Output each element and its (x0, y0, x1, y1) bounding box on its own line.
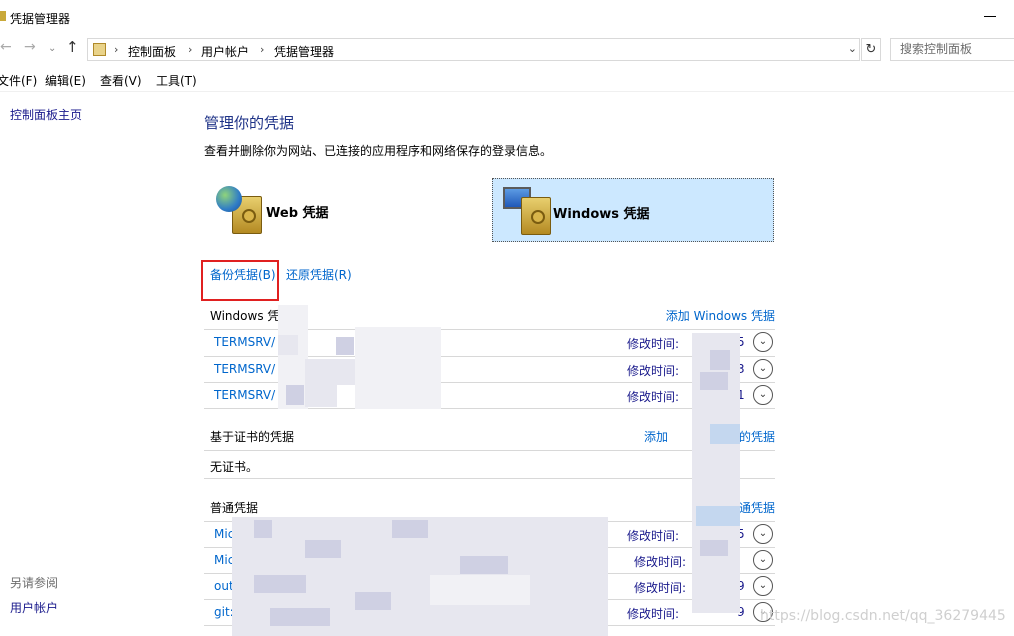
navigation-bar: ← → ⌄ ↑ › 控制面板 › 用户帐户 › 凭据管理器 ⌄ ↻ 搜索控制面板 (0, 34, 1014, 64)
search-input[interactable]: 搜索控制面板 (890, 38, 1014, 61)
page-title: 管理你的凭据 (204, 114, 295, 132)
breadcrumb-user-accounts[interactable]: 用户帐户 (201, 43, 249, 60)
restore-credentials-link[interactable]: 还原凭据(R) (286, 266, 352, 283)
chevron-down-icon[interactable]: ⌄ (753, 550, 773, 570)
refresh-icon[interactable]: ↻ (861, 38, 881, 61)
menu-tools[interactable]: 工具(T) (156, 72, 197, 89)
modified-label: 修改时间: (627, 390, 680, 404)
modified-label: 修改时间: (627, 529, 680, 543)
modified-label: 修改时间: (627, 607, 680, 621)
control-panel-icon (93, 43, 106, 56)
annotation-highlight-box (201, 260, 279, 301)
credential-name[interactable]: TERMSRV/ (214, 362, 275, 376)
credential-name[interactable]: git: (214, 605, 234, 619)
add-generic-credential-link[interactable]: 通凭据 (739, 499, 775, 516)
menu-file[interactable]: 文件(F) (0, 72, 37, 89)
certificate-credentials-section: 基于证书的凭据 添加 的凭据 (204, 428, 775, 448)
generic-credentials-section: 普通凭据 通凭据 (204, 499, 775, 519)
credential-name[interactable]: TERMSRV/ (214, 388, 275, 402)
chevron-down-icon[interactable]: ⌄ (753, 332, 773, 352)
web-credentials-label: Web 凭据 (266, 206, 329, 221)
chevron-down-icon[interactable]: ⌄ (753, 576, 773, 596)
safe-icon (521, 197, 551, 235)
chevron-down-icon[interactable]: ⌄ (753, 359, 773, 379)
no-certificates-text: 无证书。 (210, 460, 259, 474)
title-bar: 凭据管理器 (0, 0, 1014, 34)
app-icon (0, 11, 6, 21)
up-arrow-icon[interactable]: ↑ (66, 38, 79, 56)
windows-credentials-label: Windows 凭据 (553, 207, 650, 222)
chevron-right-icon[interactable]: › (188, 43, 192, 56)
breadcrumb-control-panel[interactable]: 控制面板 (128, 43, 176, 60)
address-bar[interactable]: › 控制面板 › 用户帐户 › 凭据管理器 ⌄ (87, 38, 860, 61)
recent-locations-chevron-icon[interactable]: ⌄ (48, 43, 56, 54)
credential-name[interactable]: out (214, 579, 234, 593)
chevron-down-icon[interactable]: ⌄ (753, 385, 773, 405)
chevron-right-icon[interactable]: › (260, 43, 264, 56)
section-heading: 普通凭据 (210, 501, 259, 515)
chevron-down-icon[interactable]: ⌄ (848, 42, 857, 55)
control-panel-home-link[interactable]: 控制面板主页 (10, 106, 82, 123)
add-windows-credential-link[interactable]: 添加 Windows 凭据 (666, 307, 775, 324)
user-accounts-link[interactable]: 用户帐户 (10, 599, 58, 616)
menu-edit[interactable]: 编辑(E) (45, 72, 86, 89)
modified-label: 修改时间: (634, 555, 687, 569)
modified-label: 修改时间: (634, 581, 687, 595)
modified-label: 修改时间: (627, 364, 680, 378)
globe-icon (216, 186, 242, 212)
divider (204, 450, 775, 451)
add-certificate-credential-link-tail[interactable]: 的凭据 (739, 428, 775, 445)
menu-view[interactable]: 查看(V) (100, 72, 142, 89)
forward-arrow-icon[interactable]: → (24, 39, 36, 55)
window-title: 凭据管理器 (10, 12, 71, 26)
menu-bar: 文件(F) 编辑(E) 查看(V) 工具(T) (0, 66, 1014, 92)
divider (204, 478, 775, 479)
see-also-heading: 另请参阅 (10, 576, 59, 590)
watermark-text: https://blog.csdn.net/qq_36279445 (760, 608, 1006, 624)
add-certificate-credential-link[interactable]: 添加 (644, 428, 668, 445)
breadcrumb-credential-manager[interactable]: 凭据管理器 (274, 43, 334, 60)
chevron-right-icon[interactable]: › (114, 43, 118, 56)
web-credentials-tile[interactable]: Web 凭据 (210, 178, 492, 242)
minimize-icon[interactable] (984, 16, 996, 17)
credential-name[interactable]: TERMSRV/ (214, 335, 275, 349)
modified-label: 修改时间: (627, 337, 680, 351)
chevron-down-icon[interactable]: ⌄ (753, 524, 773, 544)
section-heading: 基于证书的凭据 (210, 430, 295, 444)
back-arrow-icon[interactable]: ← (0, 39, 12, 55)
page-description: 查看并删除你为网站、已连接的应用程序和网络保存的登录信息。 (204, 144, 553, 158)
windows-credentials-tile[interactable]: Windows 凭据 (492, 178, 774, 242)
